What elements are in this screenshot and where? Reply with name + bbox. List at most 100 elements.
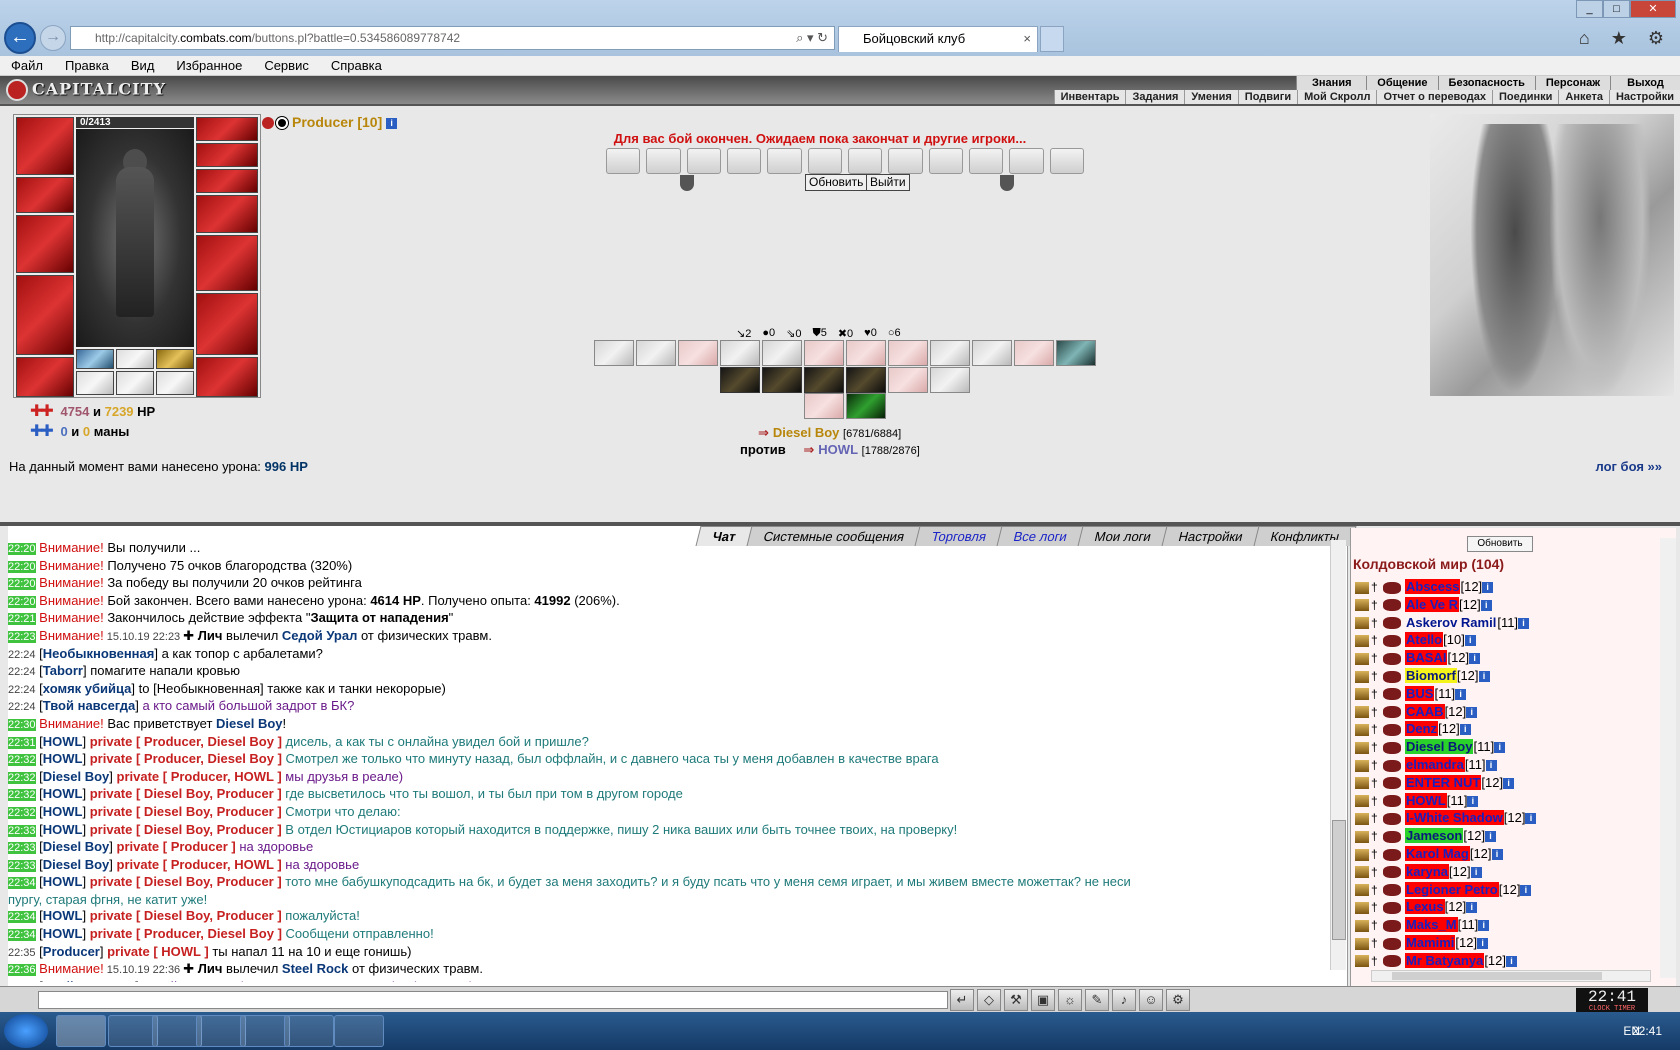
scroll-slot[interactable] (1009, 148, 1044, 174)
refresh-button[interactable]: Обновить (805, 174, 868, 191)
player-name[interactable]: BUS (1405, 685, 1435, 701)
chat-recipients[interactable]: [ Diesel Boy, Producer ] (136, 908, 282, 923)
info-icon[interactable]: i (1455, 688, 1467, 700)
menu-edit[interactable]: Правка (54, 56, 120, 75)
translit-icon[interactable]: ✎ (1085, 989, 1109, 1011)
chat-author[interactable]: Необыкновенная (43, 646, 155, 661)
scroll-slot[interactable] (646, 148, 681, 174)
info-icon[interactable]: i (1477, 938, 1489, 949)
skill-icon[interactable] (888, 340, 928, 366)
chat-recipients[interactable]: [ HOWL ] (153, 944, 208, 959)
amulet-slot[interactable] (16, 177, 74, 213)
skill-icon[interactable] (720, 367, 760, 393)
home-favorites-settings-icons[interactable]: ⌂ ★ ⚙ (1579, 28, 1672, 49)
emoji-icon[interactable]: ☺ (1139, 989, 1163, 1011)
player-name[interactable]: Abscess (1405, 579, 1461, 594)
chat-author[interactable]: Diesel Boy (43, 857, 109, 872)
info-icon[interactable]: i (1482, 582, 1494, 594)
chat-time[interactable]: 22:35 (8, 947, 36, 959)
chat-recipients[interactable]: [ Producer ] (163, 839, 236, 854)
nav-settings[interactable]: Настройки (1608, 90, 1680, 104)
helmet-slot[interactable] (16, 117, 74, 175)
player-name[interactable]: Askerov Ramil (1405, 615, 1497, 630)
chat-time[interactable]: 22:24 (8, 701, 36, 713)
skill-icon[interactable] (846, 367, 886, 393)
chat-recipients[interactable]: [ Diesel Boy, Producer ] (136, 804, 282, 819)
info-icon[interactable]: i (1491, 849, 1503, 861)
ring-slots[interactable] (196, 143, 258, 167)
menu-view[interactable]: Вид (120, 56, 166, 75)
chat-time[interactable]: 22:34 (8, 911, 36, 924)
player-name[interactable]: Mamimi (1405, 934, 1456, 950)
new-tab-button[interactable] (1040, 26, 1064, 52)
item-slot-a[interactable] (76, 349, 114, 369)
players-scrollbar[interactable] (1660, 538, 1676, 978)
clear-icon[interactable]: ◇ (977, 989, 1001, 1011)
player-name[interactable]: Producer [10] i (262, 114, 398, 130)
gloves-slot[interactable] (196, 195, 258, 233)
info-icon[interactable]: i (1466, 902, 1478, 914)
send-icon[interactable]: ↵ (950, 989, 974, 1011)
chat-time[interactable]: 22:34 (8, 929, 36, 942)
chat-recipients[interactable]: [ Producer, Diesel Boy ] (136, 751, 282, 766)
skill-icon[interactable] (762, 340, 802, 366)
chat-recipients[interactable]: [ Producer, Diesel Boy ] (136, 926, 282, 941)
empty-slot-2[interactable] (116, 371, 154, 395)
boots-slot[interactable] (196, 357, 258, 397)
address-bar[interactable]: http://capitalcity.combats.com/buttons.p… (70, 26, 835, 50)
chat-healer[interactable]: Лич (198, 628, 223, 643)
battle-log-link[interactable]: лог боя »» (1595, 459, 1662, 474)
chat-author[interactable]: Diesel Boy (43, 839, 109, 854)
chat-author[interactable]: HOWL (43, 751, 83, 766)
chat-time[interactable]: 22:32 (8, 754, 36, 767)
chat-time[interactable]: 22:24 (8, 649, 36, 661)
chat-author[interactable]: HOWL (43, 908, 83, 923)
taskbar-ie-icon[interactable] (56, 1015, 106, 1047)
player-name[interactable]: Denz (1405, 721, 1439, 737)
chat-recipients[interactable]: [ Producer, Diesel Boy ] (136, 734, 282, 749)
taskbar-media-icon[interactable] (196, 1015, 246, 1047)
chat-time[interactable]: 22:30 (8, 718, 36, 731)
skill-icon[interactable] (1014, 340, 1054, 366)
skill-icon[interactable] (804, 340, 844, 366)
item-slot-c[interactable] (156, 349, 194, 369)
scroll-slot[interactable] (767, 148, 802, 174)
smiles-icon[interactable]: ☼ (1058, 989, 1082, 1011)
scroll-slot[interactable] (888, 148, 923, 174)
chat-author[interactable]: HOWL (43, 804, 83, 819)
info-icon[interactable]: i (1485, 831, 1497, 843)
shield-slot[interactable] (196, 235, 258, 291)
exit-battle-button[interactable]: Выйти (866, 174, 910, 191)
chat-time[interactable]: 22:20 (8, 595, 36, 608)
menu-favorites[interactable]: Избранное (165, 56, 253, 75)
ring-slots-2[interactable] (196, 169, 258, 193)
belt-slot[interactable] (16, 357, 74, 397)
info-icon[interactable]: i (1480, 599, 1492, 611)
skill-icon[interactable] (804, 393, 844, 419)
chat-time[interactable]: 22:33 (8, 824, 36, 837)
player-name[interactable]: BASAI (1405, 650, 1448, 666)
scroll-slot[interactable] (968, 148, 1004, 174)
scroll-slot[interactable] (807, 148, 842, 174)
forward-button[interactable]: → (40, 25, 66, 51)
chat-time[interactable]: 22:32 (8, 789, 36, 802)
skill-icon[interactable] (972, 340, 1012, 366)
chat-author[interactable]: Diesel Boy (43, 769, 109, 784)
taskbar-clock[interactable]: 22:41 (1632, 1024, 1662, 1038)
scroll-slot[interactable] (726, 148, 762, 174)
skill-icon[interactable] (888, 367, 928, 393)
nav-quests[interactable]: Задания (1125, 90, 1184, 104)
chat-time[interactable]: 22:23 (8, 630, 36, 643)
skill-icon[interactable] (1056, 340, 1096, 366)
chat-author[interactable]: Твой навсегда (43, 979, 135, 982)
taskbar-game-icon[interactable] (284, 1015, 334, 1047)
chat-author[interactable]: HOWL (43, 822, 83, 837)
chat-settings-icon[interactable]: ⚙ (1166, 989, 1190, 1011)
menu-tools[interactable]: Сервис (253, 56, 320, 75)
chat-time[interactable]: 22:20 (8, 543, 36, 555)
armor-slot[interactable] (16, 275, 74, 355)
close-icon[interactable]: × (1023, 27, 1031, 51)
hscroll-thumb[interactable] (1392, 972, 1602, 980)
empty-slot-1[interactable] (76, 371, 114, 395)
player-name[interactable]: Diesel Boy (1405, 739, 1474, 755)
